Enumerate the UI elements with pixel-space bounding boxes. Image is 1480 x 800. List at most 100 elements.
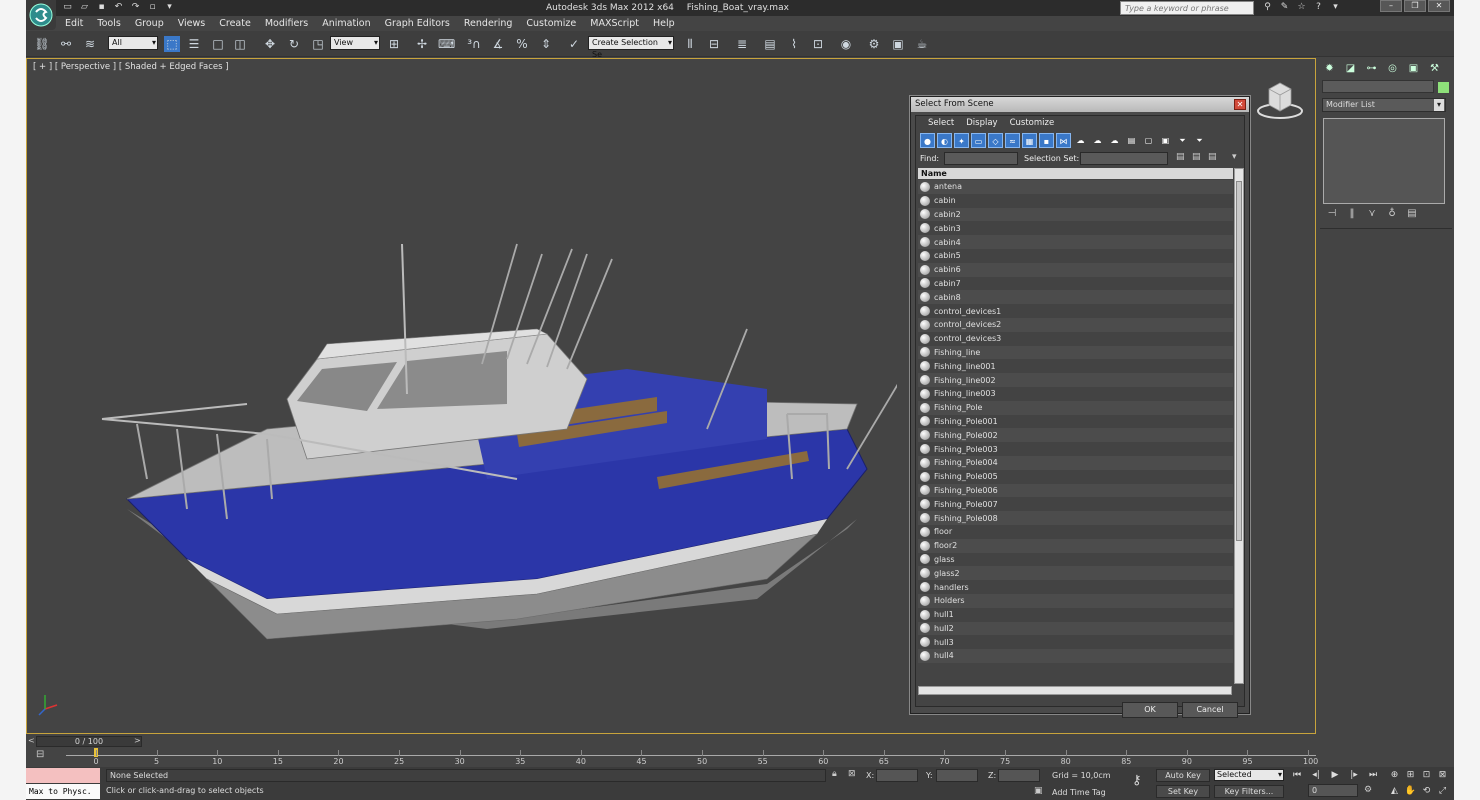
x-coordinate-field[interactable] [876, 769, 918, 782]
list-item[interactable]: cabin4 [918, 235, 1233, 249]
list-item[interactable]: control_devices3 [918, 331, 1233, 346]
configure-sets-icon[interactable]: ▤ [1406, 208, 1418, 220]
list-item[interactable]: cabin2 [918, 207, 1233, 222]
render-setup-icon[interactable]: ⚙ [866, 36, 882, 52]
display-spacewarps-icon[interactable]: ≈ [1005, 133, 1020, 148]
snaps-toggle-icon[interactable]: ³∩ [466, 36, 482, 52]
auto-key-button[interactable]: Auto Key [1156, 769, 1210, 782]
close-button[interactable]: ✕ [1428, 0, 1450, 12]
display-geometry-icon[interactable]: ● [920, 133, 935, 148]
make-unique-icon[interactable]: ⋎ [1366, 208, 1378, 220]
list-item[interactable]: control_devices2 [918, 317, 1233, 332]
reference-coord-dropdown[interactable]: View [330, 36, 380, 50]
set-key-button[interactable]: Set Key [1156, 785, 1210, 798]
zoom-extents-all-icon[interactable]: ⊠ [1436, 769, 1449, 782]
rotate-icon[interactable]: ↻ [286, 36, 302, 52]
object-name-field[interactable] [1322, 80, 1434, 93]
list-item[interactable]: glass [918, 552, 1233, 567]
motion-tab-icon[interactable]: ◎ [1384, 61, 1401, 76]
selection-set-dropdown[interactable] [1080, 152, 1168, 165]
menu-modifiers[interactable]: Modifiers [258, 17, 315, 31]
menu-graph-editors[interactable]: Graph Editors [378, 17, 457, 31]
modify-tab-icon[interactable]: ◪ [1342, 61, 1359, 76]
select-object-icon[interactable]: ⬚ [164, 36, 180, 52]
absolute-mode-icon[interactable]: ⊠ [848, 769, 856, 779]
help-dropdown-icon[interactable]: ▾ [1330, 2, 1341, 13]
menu-create[interactable]: Create [212, 17, 258, 31]
minimize-button[interactable]: – [1380, 0, 1402, 12]
cancel-button[interactable]: Cancel [1182, 702, 1238, 718]
angle-snap-icon[interactable]: ∡ [490, 36, 506, 52]
time-slider[interactable]: 0 / 100 [36, 736, 142, 747]
menu-maxscript[interactable]: MAXScript [583, 17, 646, 31]
key-mode-dropdown[interactable]: Selected [1214, 769, 1284, 781]
prev-frame-icon[interactable]: ◂| [1309, 769, 1323, 781]
open-file-icon[interactable]: ▱ [79, 2, 90, 13]
maximize-viewport-icon[interactable]: ⤢ [1436, 785, 1449, 798]
display-shapes-icon[interactable]: ◐ [937, 133, 952, 148]
display-bones-icon[interactable]: ⋈ [1056, 133, 1071, 148]
menu-views[interactable]: Views [171, 17, 213, 31]
help-icon[interactable]: ? [1313, 2, 1324, 13]
zoom-extents-icon[interactable]: ⊡ [1420, 769, 1433, 782]
pan-icon[interactable]: ✋ [1404, 785, 1417, 798]
list-item[interactable]: Fishing_Pole [918, 400, 1233, 415]
list-item[interactable]: Fishing_line002 [918, 373, 1233, 387]
goto-end-icon[interactable]: ⏭ [1366, 769, 1380, 781]
list-item[interactable]: cabin8 [918, 290, 1233, 305]
remove-modifier-icon[interactable]: ♁ [1386, 208, 1398, 220]
list-item[interactable]: floor [918, 524, 1233, 539]
list-item[interactable]: antena [918, 180, 1233, 194]
list-item[interactable]: Fishing_Pole006 [918, 483, 1233, 498]
ok-button[interactable]: OK [1122, 702, 1178, 718]
menu-customize[interactable]: Customize [519, 17, 583, 31]
new-file-icon[interactable]: ▭ [62, 2, 73, 13]
list-item[interactable]: Holders [918, 593, 1233, 608]
filter-icon[interactable]: ⏷ [1175, 133, 1190, 148]
scrollbar-thumb[interactable] [1236, 181, 1242, 541]
list-item[interactable]: Fishing_Pole004 [918, 455, 1233, 470]
scene-object-list[interactable]: antena cabin cabin2 cabin3 cabin4 cabin5 cabin… [918, 180, 1233, 684]
star-icon[interactable]: ☆ [1296, 2, 1307, 13]
display-all-icon[interactable]: ☁ [1073, 133, 1088, 148]
y-coordinate-field[interactable] [936, 769, 978, 782]
zoom-all-icon[interactable]: ⊞ [1404, 769, 1417, 782]
field-of-view-icon[interactable]: ◭ [1388, 785, 1401, 798]
select-manipulate-icon[interactable]: ✢ [414, 36, 430, 52]
named-selection-dropdown[interactable]: Create Selection Se [588, 36, 674, 59]
display-cameras-icon[interactable]: ▭ [971, 133, 986, 148]
selection-filter-dropdown[interactable]: All [108, 36, 158, 50]
current-frame-field[interactable]: 0 [1308, 784, 1358, 797]
filter-options-icon[interactable]: ⏷ [1192, 133, 1207, 148]
menu-help[interactable]: Help [646, 17, 682, 31]
list-item[interactable]: Fishing_Pole007 [918, 497, 1233, 512]
graphite-ribbon-icon[interactable]: ▤ [762, 36, 778, 52]
list-item[interactable]: Fishing_Pole001 [918, 414, 1233, 429]
menu-group[interactable]: Group [128, 17, 171, 31]
render-production-icon[interactable]: ☕ [914, 36, 930, 52]
dialog-menu-display[interactable]: Display [960, 116, 1003, 131]
binoculars-icon[interactable]: ⚲ [1262, 2, 1273, 13]
add-time-tag-button[interactable]: Add Time Tag [1052, 788, 1106, 797]
material-editor-icon[interactable]: ◉ [838, 36, 854, 52]
viewcube[interactable] [1255, 77, 1305, 123]
dialog-title-bar[interactable]: Select From Scene ✕ [911, 97, 1249, 112]
time-slider-prev-icon[interactable]: < [28, 736, 35, 745]
move-icon[interactable]: ✥ [262, 36, 278, 52]
select-by-name-icon[interactable]: ☰ [186, 36, 202, 52]
key-icon[interactable]: ⚷ [1132, 773, 1142, 788]
find-input[interactable] [944, 152, 1018, 165]
window-crossing-icon[interactable]: ◫ [232, 36, 248, 52]
pivot-center-icon[interactable]: ⊞ [386, 36, 402, 52]
list-item[interactable]: Fishing_line003 [918, 386, 1233, 401]
edit-named-selection-icon[interactable]: ✓ [566, 36, 582, 52]
select-all-icon[interactable]: ▤ [1124, 133, 1139, 148]
add-to-set-icon[interactable]: ▤ [1192, 152, 1201, 162]
object-color-swatch[interactable] [1438, 82, 1449, 93]
list-horizontal-scrollbar[interactable] [918, 686, 1232, 695]
link-icon[interactable]: ⛓ [34, 36, 50, 52]
qat-dropdown-icon[interactable]: ▾ [164, 2, 175, 13]
list-item[interactable]: glass2 [918, 566, 1233, 581]
mini-curve-editor-icon[interactable]: ⊟ [36, 749, 44, 760]
list-item[interactable]: hull1 [918, 607, 1233, 622]
